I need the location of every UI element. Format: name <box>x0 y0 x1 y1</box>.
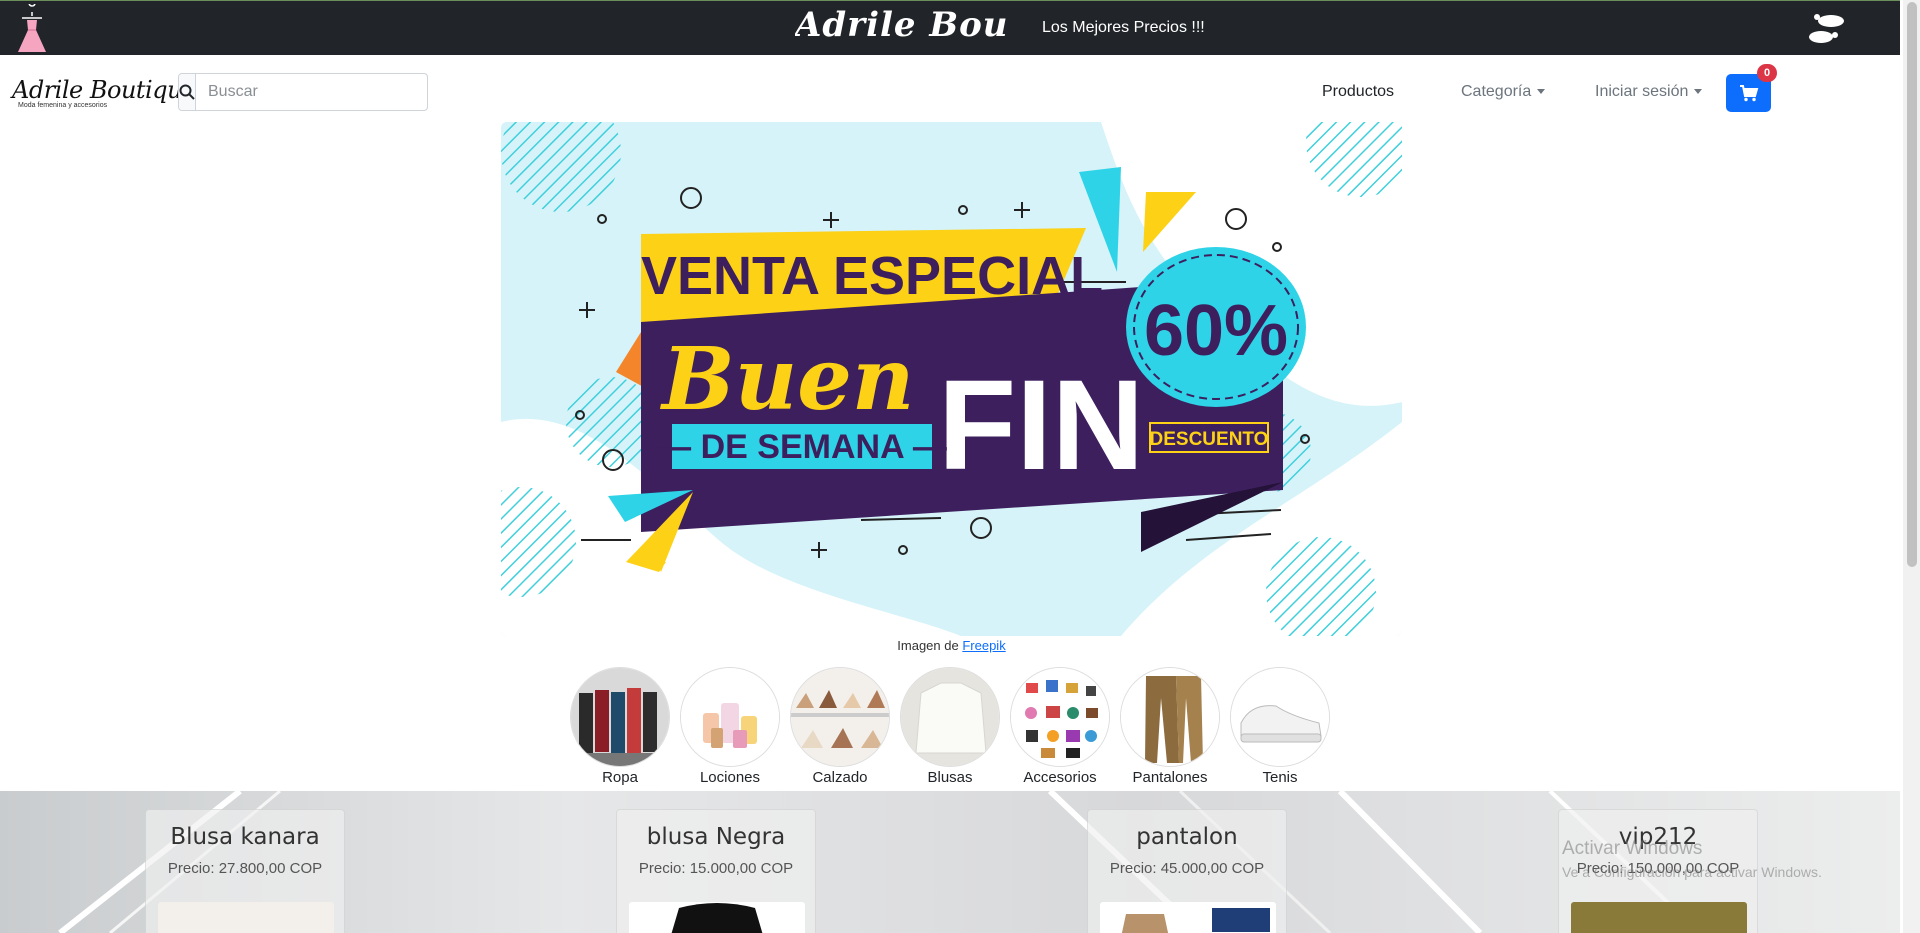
nav-login-dropdown[interactable]: Iniciar sesión <box>1595 83 1703 101</box>
category-lociones-image <box>680 667 780 767</box>
nav-login-label: Iniciar sesión <box>1595 83 1689 100</box>
category-label: Tenis <box>1262 769 1298 786</box>
hero-line3: — DE SEMANA — <box>657 428 947 466</box>
category-lociones[interactable]: Lociones <box>680 667 780 786</box>
footprints-icon[interactable] <box>1803 11 1847 47</box>
search-input[interactable] <box>196 74 427 110</box>
product-price: Precio: 27.800,00 COP <box>167 860 323 877</box>
category-ropa-image <box>570 667 670 767</box>
category-label: Ropa <box>602 769 638 786</box>
nav-categoria-label: Categoría <box>1461 83 1532 100</box>
windows-activation-subtitle: Ve a Configuración para activar Windows. <box>1562 864 1822 880</box>
cart-count-badge: 0 <box>1757 64 1777 82</box>
category-pantalones-image <box>1120 667 1220 767</box>
category-blusas[interactable]: Blusas <box>900 667 1000 786</box>
credit-prefix: Imagen de <box>897 638 959 653</box>
category-label: Pantalones <box>1132 769 1208 786</box>
cart-icon <box>1739 85 1758 102</box>
category-label: Accesorios <box>1023 769 1097 786</box>
product-card[interactable]: Blusa kanara Precio: 27.800,00 COP <box>145 809 345 933</box>
chevron-down-icon <box>1537 89 1546 95</box>
category-tenis[interactable]: Tenis <box>1230 667 1330 786</box>
product-image <box>1571 902 1747 933</box>
hero-banner[interactable]: VENTA ESPECIAL Buen FIN — DE SEMANA — 60… <box>501 122 1402 636</box>
image-credit: Imagen de Freepik <box>0 638 1903 653</box>
category-list: Ropa Lociones Calzado Blusas Accesorios … <box>570 667 1330 786</box>
category-label: Blusas <box>927 769 973 786</box>
top-banner: Adrile Bou Los Mejores Precios !!! <box>0 0 1900 55</box>
category-blusas-image <box>900 667 1000 767</box>
hero-discount: 60% <box>1144 291 1288 371</box>
product-image <box>1100 902 1276 933</box>
navbar: Adrile Boutique Moda femenina y accesori… <box>0 56 1900 120</box>
product-name: Blusa kanara <box>170 824 320 850</box>
category-calzado-image <box>790 667 890 767</box>
scrollbar-thumb[interactable] <box>1907 2 1917 567</box>
search-icon <box>179 84 195 100</box>
category-accesorios-image <box>1010 667 1110 767</box>
windows-activation-title: Activar Windows <box>1562 838 1703 859</box>
page-scrollbar[interactable] <box>1903 0 1920 933</box>
product-image <box>629 902 805 933</box>
search-button[interactable] <box>179 74 196 110</box>
product-name: blusa Negra <box>646 824 786 850</box>
tagline: Los Mejores Precios !!! <box>1042 19 1205 36</box>
hero-line1: VENTA ESPECIAL <box>641 246 1103 306</box>
category-calzado[interactable]: Calzado <box>790 667 890 786</box>
hero-line2a: Buen <box>659 329 914 430</box>
nav-productos[interactable]: Productos <box>1322 83 1394 101</box>
product-image <box>158 902 334 933</box>
hero-line2b: FIN <box>938 354 1144 497</box>
category-ropa[interactable]: Ropa <box>570 667 670 786</box>
brand-title: Adrile Bou <box>795 5 1009 45</box>
category-label: Calzado <box>812 769 868 786</box>
site-logo-subtitle: Moda femenina y accesorios <box>18 102 108 109</box>
chevron-down-icon <box>1694 89 1703 95</box>
category-accesorios[interactable]: Accesorios <box>1010 667 1110 786</box>
products-section: Blusa kanara Precio: 27.800,00 COP blusa… <box>0 791 1900 933</box>
search-bar <box>178 73 428 111</box>
site-logo[interactable]: Adrile Boutique <box>12 76 196 104</box>
category-pantalones[interactable]: Pantalones <box>1120 667 1220 786</box>
freepik-link[interactable]: Freepik <box>962 638 1005 653</box>
product-price: Precio: 45.000,00 COP <box>1109 860 1265 877</box>
category-label: Lociones <box>699 769 761 786</box>
nav-categoria-dropdown[interactable]: Categoría <box>1461 83 1546 101</box>
dress-icon <box>18 4 46 52</box>
category-tenis-image <box>1230 667 1330 767</box>
product-name: pantalon <box>1136 824 1238 850</box>
product-card[interactable]: pantalon Precio: 45.000,00 COP <box>1087 809 1287 933</box>
product-price: Precio: 15.000,00 COP <box>638 860 794 877</box>
sale-banner-graphic: VENTA ESPECIAL Buen FIN — DE SEMANA — 60… <box>501 122 1402 636</box>
product-card[interactable]: blusa Negra Precio: 15.000,00 COP <box>616 809 816 933</box>
hero-discount-label: DESCUENTO <box>1150 429 1269 450</box>
